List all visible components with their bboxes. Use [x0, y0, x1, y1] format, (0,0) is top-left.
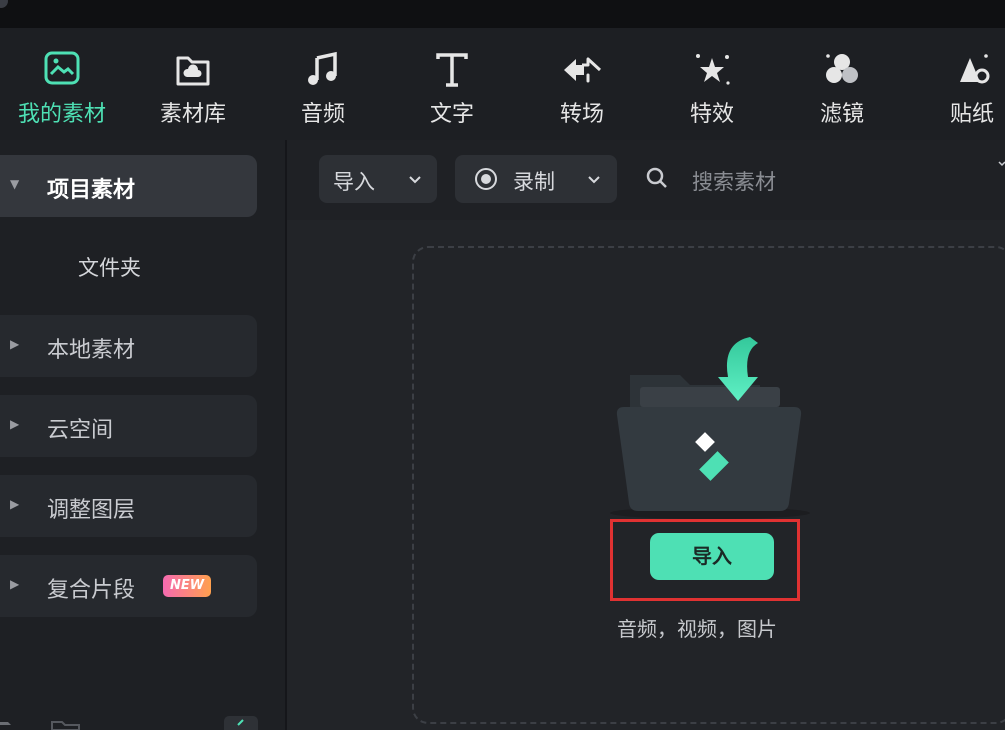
new-folder-icon — [51, 721, 80, 730]
tab-effects[interactable]: 特效 — [652, 50, 772, 130]
tab-label: 贴纸 — [949, 102, 994, 127]
window-control-icon[interactable] — [0, 0, 8, 8]
caret-right-icon: ▶ — [10, 337, 20, 351]
caret-down-icon: ▼ — [10, 177, 20, 191]
tab-filters[interactable]: 滤镜 — [782, 50, 902, 130]
sidebar-item-label: 项目素材 — [47, 178, 136, 203]
sidebar-item-adjustment-layer[interactable]: ▶ 调整图层 — [0, 475, 257, 537]
sidebar-item-compound-clip[interactable]: ▶ 复合片段 NEW — [0, 555, 257, 617]
caret-right-icon: ▶ — [10, 417, 20, 431]
tab-label: 文字 — [429, 102, 474, 127]
cloud-folder-icon — [176, 56, 210, 86]
caret-right-icon: ▶ — [10, 577, 20, 591]
tab-label: 我的素材 — [17, 102, 106, 127]
supported-types-hint: 音频，视频，图片 — [617, 617, 777, 641]
tab-label: 素材库 — [159, 102, 226, 127]
folder-import-illustration — [610, 337, 810, 519]
sidebar-item-local-media[interactable]: ▶ 本地素材 — [0, 315, 257, 377]
sidebar-item-folder[interactable]: 文件夹 — [78, 252, 141, 282]
tab-media-library[interactable]: 素材库 — [133, 50, 253, 130]
search-icon[interactable] — [645, 166, 669, 190]
import-dropdown-button[interactable]: 导入 — [319, 155, 437, 203]
main-toolbar: 我的素材 素材库 音频 文字 转场 特效 滤镜 贴纸 — [0, 28, 1005, 140]
sidebar-item-label: 复合片段 — [47, 578, 136, 603]
sidebar-item-label: 调整图层 — [47, 498, 136, 523]
filter-circles-icon — [826, 54, 858, 83]
tab-my-media[interactable]: 我的素材 — [2, 50, 122, 130]
title-bar — [0, 0, 1005, 28]
sidebar-item-cloud-space[interactable]: ▶ 云空间 — [0, 395, 257, 457]
tab-label: 转场 — [559, 102, 604, 127]
search-input[interactable]: 搜索素材 — [692, 166, 776, 196]
tab-audio[interactable]: 音频 — [263, 50, 383, 130]
chevron-down-icon — [409, 176, 421, 184]
folder-icon — [0, 722, 11, 725]
filter-chevron-icon[interactable] — [998, 160, 1005, 168]
record-dropdown-label: 录制 — [513, 170, 555, 194]
sparkle-star-icon — [696, 54, 730, 85]
transition-arrows-icon — [564, 57, 602, 83]
caret-right-icon: ▶ — [10, 497, 20, 511]
music-note-icon — [308, 51, 337, 85]
tab-text[interactable]: 文字 — [392, 50, 512, 130]
media-icon — [44, 51, 80, 85]
tab-stickers[interactable]: 贴纸 — [912, 50, 1005, 130]
import-button[interactable]: 导入 — [650, 533, 774, 580]
chevron-down-icon — [588, 176, 600, 184]
record-dropdown-button[interactable]: 录制 — [455, 155, 617, 203]
text-t-icon — [436, 53, 468, 87]
sidebar-item-label: 本地素材 — [47, 338, 136, 363]
import-dropdown-label: 导入 — [333, 170, 375, 194]
record-icon — [475, 168, 497, 190]
sidebar-item-label: 云空间 — [47, 418, 114, 443]
sticker-icon — [960, 54, 990, 84]
tab-transitions[interactable]: 转场 — [522, 50, 642, 130]
sidebar-item-project-media[interactable]: ▼ 项目素材 — [0, 155, 257, 217]
tab-label: 音频 — [300, 102, 345, 127]
sidebar-bottom-icons — [0, 716, 258, 730]
tab-label: 滤镜 — [819, 102, 864, 127]
tab-label: 特效 — [689, 102, 734, 127]
new-badge: NEW — [163, 575, 211, 597]
